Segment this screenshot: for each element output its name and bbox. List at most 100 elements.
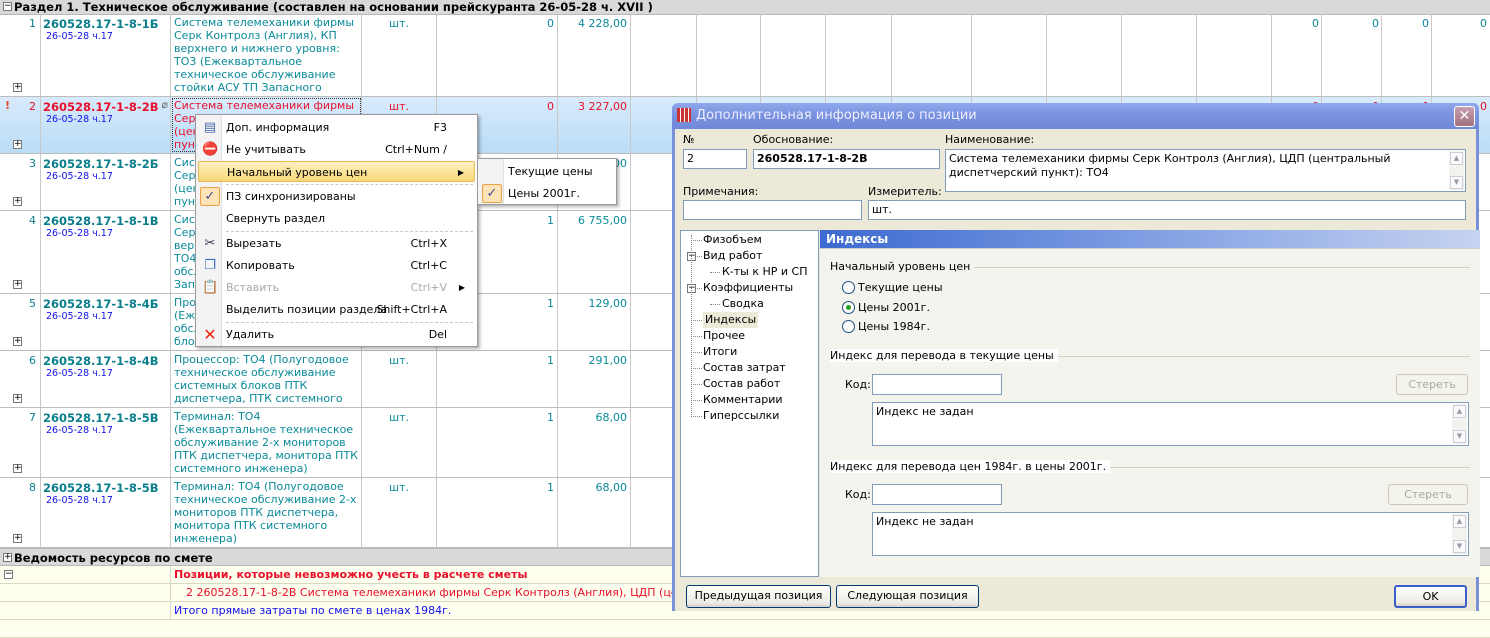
basis-field[interactable]: 260528.17-1-8-2В <box>753 149 940 169</box>
submenu-arrow-icon: ▶ <box>457 168 464 177</box>
info-icon: ▤ <box>203 120 217 135</box>
next-position-button[interactable]: Следующая позиция <box>836 585 979 608</box>
exclude-icon: ⛔ <box>202 142 219 157</box>
app-icon <box>677 108 691 122</box>
price-ref: 26-05-28 ч.17 <box>46 114 113 125</box>
unit-field[interactable]: шт. <box>868 200 1466 220</box>
radio-prices-1984[interactable] <box>842 320 855 333</box>
basis-code: 260528.17-1-8-1В <box>43 214 159 228</box>
price: 129,00 <box>558 294 631 350</box>
dialog-titlebar[interactable]: Дополнительная информация о позиции ✕ <box>672 103 1479 129</box>
price: 68,00 <box>558 408 631 477</box>
menu-item-cut[interactable]: ✂ Вырезать Ctrl+X <box>198 233 475 254</box>
number-field[interactable]: 2 <box>683 149 747 169</box>
code-field-current[interactable] <box>872 374 1002 395</box>
menu-item-exclude[interactable]: ⛔ Не учитывать Ctrl+Num / <box>198 139 475 160</box>
quantity: 1 <box>437 478 558 547</box>
tree-item[interactable]: Гиперссылки <box>703 408 779 424</box>
menu-item-pz-sync[interactable]: ✓ ПЗ синхронизированы <box>198 186 475 207</box>
expand-icon[interactable]: + <box>13 280 22 289</box>
menu-item-price-level[interactable]: Начальный уровень цен ▶ <box>198 161 475 182</box>
name-textarea[interactable]: Система телемеханики фирмы Серк Контролз… <box>945 149 1466 192</box>
scrollbar[interactable]: ▲ ▼ <box>1452 404 1467 444</box>
menu-item-delete[interactable]: ✕ Удалить Del <box>198 324 475 345</box>
tree-item[interactable]: Коэффициенты <box>703 280 793 296</box>
extra-value: 0 <box>1480 17 1487 30</box>
menu-item-select-section[interactable]: Выделить позиции раздела Shift+Ctrl+A <box>198 299 475 320</box>
index-text-1984[interactable]: Индекс не задан ▲ ▼ <box>872 512 1469 556</box>
section-tree: Физобъем Вид работ − К-ты к НР и СП Коэффици… <box>680 230 819 577</box>
submenu-item-current-prices[interactable]: Текущие цены <box>480 161 614 182</box>
close-button[interactable]: ✕ <box>1454 106 1475 127</box>
menu-item-more-info[interactable]: ▤ Доп. информация F3 <box>198 117 475 138</box>
scrollbar[interactable]: ▲ ▼ <box>1449 151 1464 190</box>
tree-item[interactable]: К-ты к НР и СП <box>722 264 808 280</box>
tree-item[interactable]: Физобъем <box>703 232 762 248</box>
basis-code: 260528.17-1-8-1Б <box>43 17 159 31</box>
tree-item[interactable]: Индексы <box>703 312 759 328</box>
row-number: 5 <box>29 297 36 310</box>
expand-icon[interactable]: + <box>13 337 22 346</box>
expand-icon[interactable]: + <box>13 83 22 92</box>
attachment-icon: ⌀ <box>161 98 168 111</box>
tree-item[interactable]: Сводка <box>722 296 764 312</box>
context-menu: ▤ Доп. информация F3 ⛔ Не учитывать Ctrl+Num… <box>195 114 478 347</box>
unit: шт. <box>362 351 437 407</box>
price-ref: 26-05-28 ч.17 <box>46 171 113 182</box>
checkmark-icon: ✓ <box>200 187 220 206</box>
expand-icon[interactable]: + <box>13 464 22 473</box>
tree-item[interactable]: Вид работ <box>703 248 762 264</box>
basis-code: 260528.17-1-8-5В <box>43 411 159 425</box>
expand-icon[interactable]: + <box>13 197 22 206</box>
tree-item[interactable]: Состав работ <box>703 376 780 392</box>
row-number: 7 <box>29 411 36 424</box>
expand-icon[interactable]: + <box>13 534 22 543</box>
scissors-icon: ✂ <box>204 236 216 251</box>
position-name: Процессор: ТО4 (Полугодовое техническое … <box>171 351 362 407</box>
position-name: Система телемеханики фирмы Серк Контролз… <box>171 14 362 96</box>
row-number: 6 <box>29 354 36 367</box>
previous-position-button[interactable]: Предыдущая позиция <box>686 585 831 608</box>
code-field-1984[interactable] <box>872 484 1002 505</box>
radio-prices-2001[interactable] <box>842 301 855 314</box>
collapse-icon[interactable]: − <box>3 2 12 11</box>
delete-x-icon: ✕ <box>203 325 217 344</box>
clear-button-1984[interactable]: Стереть <box>1388 484 1468 505</box>
submenu-item-prices-2001[interactable]: ✓ Цены 2001г. <box>480 183 614 204</box>
position-name: Терминал: ТО4 (Полугодовое техническое о… <box>171 478 362 547</box>
unit: шт. <box>362 408 437 477</box>
copy-icon: ❐ <box>204 258 216 273</box>
tree-item[interactable]: Итоги <box>703 344 737 360</box>
paste-icon: 📋 <box>202 280 219 295</box>
section-header-1[interactable]: − Раздел 1. Техническое обслуживание (сос… <box>0 0 1490 15</box>
unit: шт. <box>362 14 437 96</box>
radio-current-prices[interactable] <box>842 281 855 294</box>
price: 6 755,00 <box>558 211 631 293</box>
panel-title: Индексы <box>820 230 1480 249</box>
extra-value: 0 <box>1422 17 1429 30</box>
row-number: 2 <box>29 100 36 113</box>
clear-button-current[interactable]: Стереть <box>1396 374 1468 395</box>
menu-item-collapse-section[interactable]: Свернуть раздел <box>198 208 475 229</box>
warning-icon: ! <box>5 99 11 112</box>
indexes-panel: Индексы Начальный уровень цен Текущие це… <box>820 230 1480 577</box>
expand-icon[interactable]: + <box>13 140 22 149</box>
tree-item[interactable]: Прочее <box>703 328 745 344</box>
position-name: Терминал: ТО4 (Ежеквартальное техническо… <box>171 408 362 477</box>
menu-item-paste[interactable]: 📋 Вставить Ctrl+V ▶ <box>198 277 475 298</box>
scrollbar[interactable]: ▲ ▼ <box>1452 514 1467 554</box>
table-row[interactable] <box>0 620 1490 638</box>
ok-button[interactable]: OK <box>1394 585 1467 608</box>
quantity: 1 <box>437 351 558 407</box>
position-info-dialog: Дополнительная информация о позиции ✕ № … <box>672 103 1480 611</box>
expand-icon[interactable]: + <box>3 553 12 562</box>
price-ref: 26-05-28 ч.17 <box>46 368 113 379</box>
index-text-current[interactable]: Индекс не задан ▲ ▼ <box>872 402 1469 446</box>
notes-field[interactable] <box>683 200 862 220</box>
menu-item-copy[interactable]: ❐ Копировать Ctrl+C <box>198 255 475 276</box>
table-row[interactable]: 1 +260528.17-1-8-1Б 26-05-28 ч.17 Система т… <box>0 14 1490 97</box>
tree-item[interactable]: Состав затрат <box>703 360 786 376</box>
tree-item[interactable]: Комментарии <box>703 392 783 408</box>
price: 291,00 <box>558 351 631 407</box>
expand-icon[interactable]: + <box>13 394 22 403</box>
